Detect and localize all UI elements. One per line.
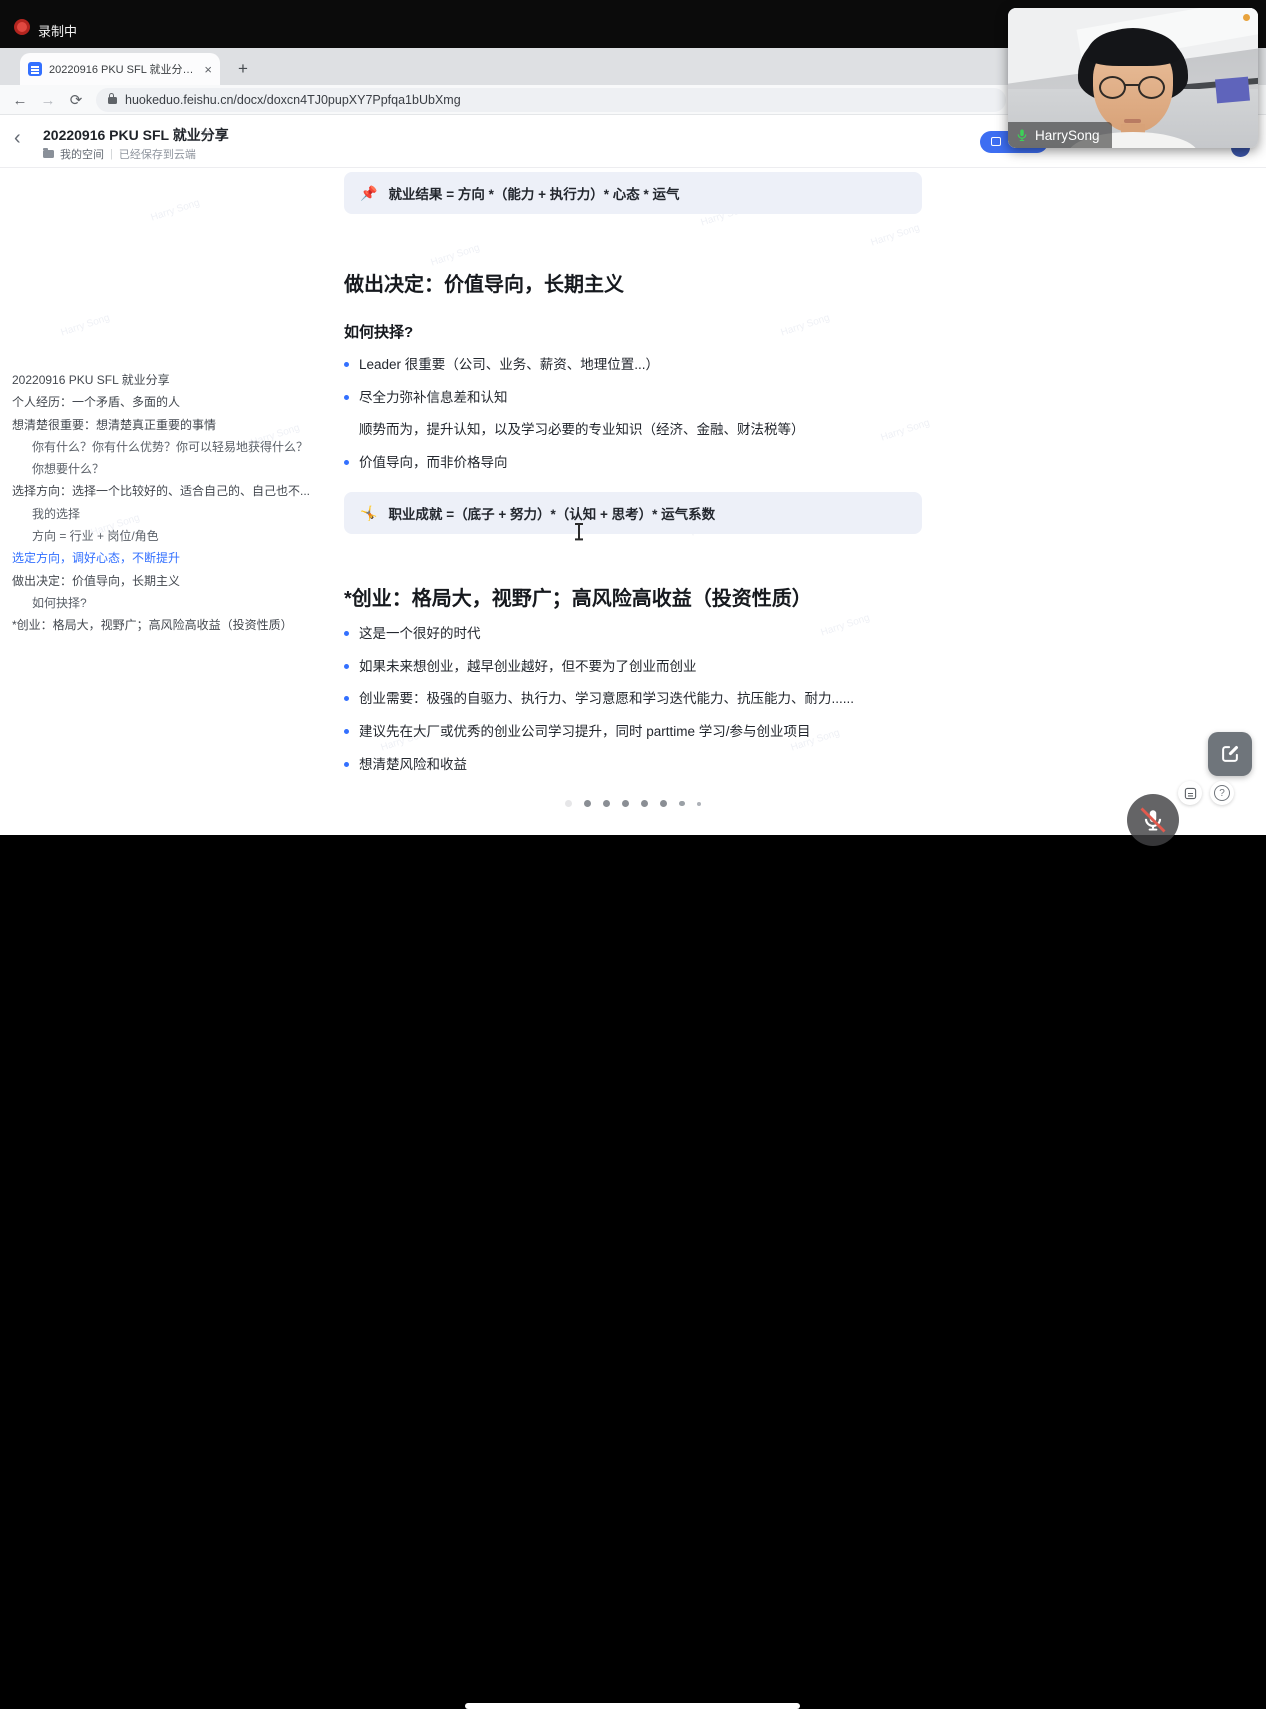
bullet-text: 创业需要：极强的自驱力、执行力、学习意愿和学习迭代能力、抗压能力、耐力.....… [359,689,854,709]
bullet-item: 建议先在大厂或优秀的创业公司学习提升，同时 parttime 学习/参与创业项目 [344,722,922,742]
bullet-dot-icon [344,762,349,767]
feedback-icon [1184,787,1197,800]
recording-dot-icon [14,19,30,35]
bullet-text: 价值导向，而非价格导向 [359,453,508,473]
callout-block: 📌 就业结果 = 方向 *（能力 + 执行力）* 心态 * 运气 [344,172,922,214]
webcam-overlay[interactable]: HarrySong [1008,8,1258,148]
folder-icon [43,150,54,158]
background-screen [1215,77,1249,104]
feedback-button[interactable] [1178,781,1202,805]
back-icon[interactable]: ← [8,88,32,112]
carousel-dot[interactable] [565,800,572,807]
home-indicator[interactable] [465,1703,800,1709]
bullet-dot-icon [344,362,349,367]
outline-item[interactable]: 20220916 PKU SFL 就业分享 [12,369,334,391]
heading-entrepreneurship: *创业：格局大，视野广；高风险高收益（投资性质） [344,582,922,611]
tab-title: 20220916 PKU SFL 就业分享 - [49,61,197,77]
bullet-dot-icon [344,729,349,734]
breadcrumb-separator: | [110,148,113,160]
edit-doc-button[interactable] [1208,732,1252,776]
outline-item[interactable]: 想清楚很重要：想清楚真正重要的事情 [12,414,334,436]
bullet-item: Leader 很重要（公司、业务、薪资、地理位置...） [344,355,922,375]
pencil-icon [1219,743,1241,765]
recording-label: 录制中 [38,21,77,40]
star-icon[interactable]: ☆ [200,125,212,141]
outline-item[interactable]: 你有什么？你有什么优势？你可以轻易地获得什么？ [12,436,334,458]
url-text: huokeduo.feishu.cn/docx/doxcn4TJ0pupXY7P… [125,93,461,107]
bullet-text: 尽全力弥补信息差和认知 [359,388,508,408]
callout-text: 就业结果 = 方向 *（能力 + 执行力）* 心态 * 运气 [388,183,679,203]
webcam-name-tag: HarrySong [1008,122,1112,148]
breadcrumb[interactable]: 我的空间 [60,146,104,162]
outline-item[interactable]: 你想要什么？ [12,458,334,480]
carousel-dot[interactable] [641,800,648,807]
docs-favicon-icon [28,62,42,76]
bullet-text: 建议先在大厂或优秀的创业公司学习提升，同时 parttime 学习/参与创业项目 [359,722,811,742]
outline-item[interactable]: *创业：格局大，视野广；高风险高收益（投资性质） [12,614,334,636]
forward-icon[interactable]: → [36,88,60,112]
question-mark-icon: ? [1214,785,1230,801]
callout-text: 职业成就 =（底子 + 努力）*（认知 + 思考）* 运气系数 [388,503,715,523]
carousel-dot[interactable] [697,802,701,806]
doc-body: 📌 就业结果 = 方向 *（能力 + 执行力）* 心态 * 运气 做出决定：价值… [344,172,922,873]
carousel-dot[interactable] [622,800,629,807]
carousel-dots [344,800,922,807]
callout-block: 🤸 职业成就 =（底子 + 努力）*（认知 + 思考）* 运气系数 [344,492,922,534]
person-emoji-icon: 🤸 [360,505,377,522]
help-button[interactable]: ? [1210,781,1234,805]
carousel-dot[interactable] [679,801,685,807]
mic-muted-button[interactable] [1127,794,1179,846]
outline-item[interactable]: 个人经历：一个矛盾、多面的人 [12,391,334,413]
bullet-item: 创业需要：极强的自驱力、执行力、学习意愿和学习迭代能力、抗压能力、耐力.....… [344,689,922,709]
bullet-dot-icon [344,696,349,701]
lock-icon [108,97,117,104]
bullet-dot-icon [344,460,349,465]
outline-item-active[interactable]: 选定方向，调好心态，不断提升 [12,547,334,569]
webcam-name: HarrySong [1035,128,1100,143]
bullet-dot-icon [344,631,349,636]
outline-item[interactable]: 我的选择 [12,503,334,525]
bullet-text: 如果未来想创业，越早创业越好，但不要为了创业而创业 [359,657,697,677]
bullet-item: 如果未来想创业，越早创业越好，但不要为了创业而创业 [344,657,922,677]
carousel-dot[interactable] [584,800,591,807]
subheading-how-to-choose: 如何抉择? [344,321,922,342]
pushpin-emoji-icon: 📌 [360,185,377,202]
bullet-text: Leader 很重要（公司、业务、薪资、地理位置...） [359,355,659,375]
carousel-dot[interactable] [603,800,610,807]
bullet-item: 这是一个很好的时代 [344,624,922,644]
mic-on-icon [1015,128,1029,142]
browser-tab[interactable]: 20220916 PKU SFL 就业分享 - × [20,53,220,85]
bullet-item: 尽全力弥补信息差和认知 [344,388,922,408]
outline-item[interactable]: 选择方向：选择一个比较好的、适合自己的、自己也不... [12,480,334,502]
outline-item[interactable]: 如何抉择? [12,592,334,614]
carousel-dot[interactable] [660,800,667,807]
new-tab-button[interactable]: + [230,56,256,82]
save-status: 已经保存到云端 [119,146,196,162]
outline-item[interactable]: 做出决定：价值导向，长期主义 [12,570,334,592]
bullet-text: 想清楚风险和收益 [359,755,467,775]
paragraph-text: 顺势而为，提升认知，以及学习必要的专业知识（经济、金融、财法税等） [359,420,922,440]
bullet-text: 这是一个很好的时代 [359,624,481,644]
tab-close-icon[interactable]: × [204,63,212,76]
doc-outline: 20220916 PKU SFL 就业分享 个人经历：一个矛盾、多面的人 想清楚… [12,369,334,637]
reload-icon[interactable]: ⟳ [64,88,88,112]
heading-decision: 做出决定：价值导向，长期主义 [344,268,922,297]
mic-muted-icon [1140,807,1166,833]
bullet-dot-icon [344,395,349,400]
bullet-item: 想清楚风险和收益 [344,755,922,775]
text-cursor-icon [574,523,584,540]
bullet-dot-icon [344,664,349,669]
doc-back-button[interactable]: ‹ [14,128,21,148]
address-bar[interactable]: huokeduo.feishu.cn/docx/doxcn4TJ0pupXY7P… [96,88,1006,112]
bottom-letterbox [0,835,1266,884]
bullet-item: 价值导向，而非价格导向 [344,453,922,473]
outline-item[interactable]: 方向 = 行业 + 岗位/角色 [12,525,334,547]
camera-active-dot [1243,14,1250,21]
